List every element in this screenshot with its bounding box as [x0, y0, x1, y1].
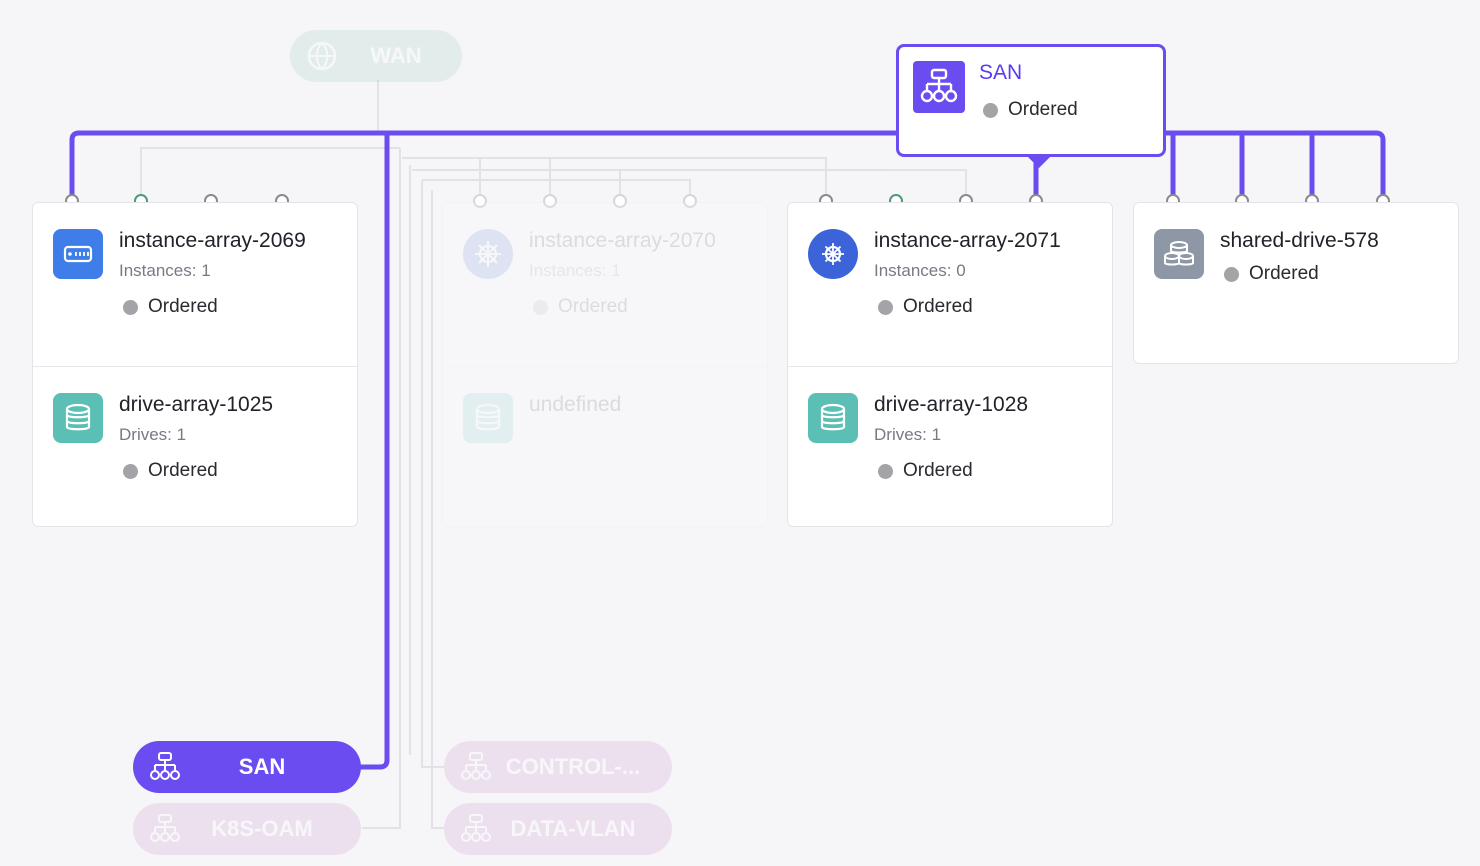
network-pill-san[interactable]: SAN	[133, 741, 361, 793]
node-name: instance-array-2071	[874, 229, 1061, 252]
network-pill-k8s-oam[interactable]: K8S-OAM	[133, 803, 361, 855]
node-name: shared-drive-578	[1220, 229, 1379, 252]
status-dot	[123, 299, 138, 315]
network-topology-canvas[interactable]: WAN instance-array-2069 Instances: 1 Ord…	[0, 0, 1480, 866]
network-label: DATA-VLAN	[510, 816, 636, 841]
status-text: Ordered	[1008, 99, 1078, 120]
status-text: Ordered	[558, 296, 628, 317]
card-shared-drive-578[interactable]: shared-drive-578 Ordered	[1133, 202, 1459, 364]
status-text: Ordered	[148, 460, 218, 481]
node-status: Ordered	[123, 296, 218, 318]
network-label: SAN	[238, 754, 286, 779]
node-status: Ordered	[533, 296, 628, 318]
status-dot	[878, 463, 893, 479]
kubernetes-icon	[463, 229, 513, 279]
node-count: Instances: 1	[529, 261, 621, 280]
instance-array-section[interactable]: instance-array-2070 Instances: 1 Ordered	[443, 203, 767, 366]
status-text: Ordered	[148, 296, 218, 317]
drive-array-section[interactable]: undefined	[443, 367, 767, 527]
instance-array-section[interactable]: instance-array-2069 Instances: 1 Ordered	[33, 203, 357, 366]
node-name: instance-array-2070	[529, 229, 716, 252]
card-instance-array-2071[interactable]: instance-array-2071 Instances: 0 Ordered…	[787, 202, 1113, 527]
node-status: Ordered	[878, 296, 973, 318]
status-dot	[123, 463, 138, 479]
network-label: WAN	[370, 43, 422, 68]
database-icon	[808, 393, 858, 443]
kubernetes-icon	[808, 229, 858, 279]
popup-status: Ordered	[983, 99, 1078, 121]
status-text: Ordered	[903, 460, 973, 481]
network-pill-wan[interactable]: WAN	[290, 30, 462, 82]
san-network-popup[interactable]: SAN Ordered	[896, 44, 1166, 168]
card-instance-array-2070[interactable]: instance-array-2070 Instances: 1 Ordered…	[442, 202, 768, 527]
status-dot	[1224, 266, 1239, 282]
drive-array-section[interactable]: drive-array-1025 Drives: 1 Ordered	[33, 367, 357, 527]
node-status: Ordered	[123, 460, 218, 482]
popup-network-name: SAN	[979, 61, 1023, 84]
network-hierarchy-icon	[913, 61, 965, 113]
server-icon	[53, 229, 103, 279]
status-text: Ordered	[1249, 263, 1319, 284]
database-icon	[463, 393, 513, 443]
status-dot	[533, 299, 548, 315]
node-count: Drives: 1	[119, 425, 187, 444]
status-dot	[878, 299, 893, 315]
network-label: K8S-OAM	[211, 816, 313, 841]
network-pill-data-vlan[interactable]: DATA-VLAN	[444, 803, 672, 855]
network-pill-control[interactable]: CONTROL-...	[444, 741, 672, 793]
card-instance-array-2069[interactable]: instance-array-2069 Instances: 1 Ordered…	[32, 202, 358, 527]
status-dot	[983, 102, 998, 118]
node-name: drive-array-1025	[119, 393, 274, 416]
database-icon	[53, 393, 103, 443]
node-name: instance-array-2069	[119, 229, 306, 252]
node-count: Instances: 0	[874, 261, 966, 280]
status-text: Ordered	[903, 296, 973, 317]
instance-array-section[interactable]: instance-array-2071 Instances: 0 Ordered	[788, 203, 1112, 366]
node-status: Ordered	[1224, 263, 1319, 285]
popup-caret	[1027, 156, 1051, 168]
shared-drive-icon	[1154, 229, 1204, 279]
drive-array-section[interactable]: drive-array-1028 Drives: 1 Ordered	[788, 367, 1112, 527]
node-count: Instances: 1	[119, 261, 211, 280]
node-status: Ordered	[878, 460, 973, 482]
node-count: Drives: 1	[874, 425, 942, 444]
network-label: CONTROL-...	[505, 754, 641, 779]
node-name: undefined	[529, 393, 622, 416]
node-name: drive-array-1028	[874, 393, 1029, 416]
